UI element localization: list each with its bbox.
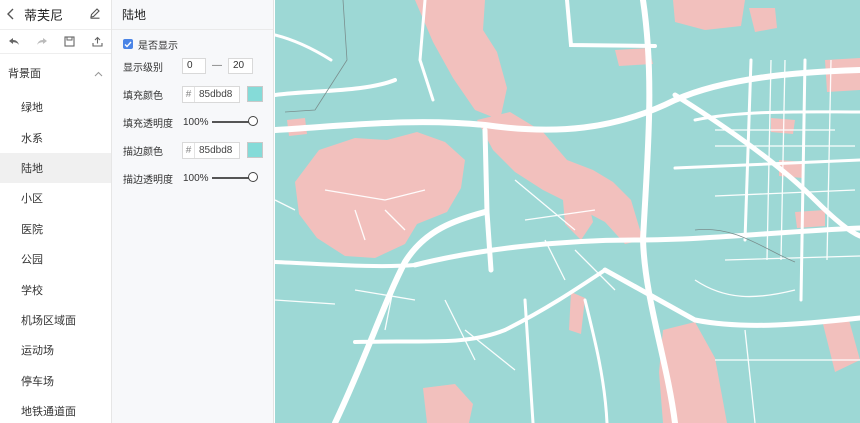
- panel-title: 陆地: [112, 0, 273, 30]
- sidebar-item-parking[interactable]: 停车场: [0, 366, 111, 396]
- hash-prefix: #: [183, 87, 195, 102]
- fill-opacity-label: 填充透明度: [123, 118, 173, 130]
- hash-prefix: #: [183, 143, 195, 158]
- sidebar-item-park[interactable]: 公园: [0, 244, 111, 274]
- visible-label: 是否显示: [138, 40, 178, 52]
- fill-color-swatch[interactable]: [247, 86, 263, 102]
- back-icon[interactable]: [6, 7, 20, 23]
- save-icon[interactable]: [62, 35, 76, 49]
- sidebar-item-metro-area[interactable]: 地铁通道面: [0, 396, 111, 423]
- sidebar-item-water[interactable]: 水系: [0, 122, 111, 152]
- layer-group-background[interactable]: 背景面: [0, 54, 111, 92]
- style-name: 蒂芙尼: [24, 8, 64, 23]
- fill-opacity-handle[interactable]: [248, 116, 258, 126]
- sidebar-item-sports-field[interactable]: 运动场: [0, 335, 111, 365]
- redo-icon[interactable]: [35, 35, 49, 49]
- level-max-input[interactable]: 20: [228, 58, 253, 74]
- sidebar-item-airport[interactable]: 机场区域面: [0, 305, 111, 335]
- level-separator: —: [212, 60, 222, 71]
- sidebar-toolbar: [0, 30, 111, 54]
- sidebar-item-school[interactable]: 学校: [0, 274, 111, 304]
- stroke-color-swatch[interactable]: [247, 142, 263, 158]
- stroke-opacity-slider[interactable]: [212, 177, 252, 179]
- level-label: 显示级别: [123, 62, 163, 74]
- stroke-color-value: 85dbd8: [199, 145, 233, 156]
- edit-icon[interactable]: [89, 7, 105, 22]
- area-polygon: [795, 210, 825, 228]
- fill-opacity-value: 100%: [183, 117, 209, 128]
- property-panel: 陆地 是否显示 显示级别 0 — 20 填充颜色 # 85dbd8 填充透明度 …: [112, 0, 274, 423]
- style-sidebar: 蒂芙尼 背景面 绿地 水系 陆地 小区 医院 公园 学校 机场区域面 运动场 停…: [0, 0, 112, 423]
- check-icon[interactable]: [123, 39, 133, 49]
- visible-toggle[interactable]: 是否显示: [123, 35, 178, 53]
- undo-icon[interactable]: [7, 35, 21, 49]
- chevron-up-icon: [94, 66, 103, 80]
- map-canvas[interactable]: [275, 0, 860, 423]
- fill-color-label: 填充颜色: [123, 90, 163, 102]
- sidebar-header: 蒂芙尼: [0, 0, 111, 30]
- sidebar-item-greenland[interactable]: 绿地: [0, 92, 111, 122]
- stroke-color-label: 描边颜色: [123, 146, 163, 158]
- fill-color-value: 85dbd8: [199, 89, 233, 100]
- fill-color-input[interactable]: # 85dbd8: [182, 86, 240, 103]
- level-min-input[interactable]: 0: [182, 58, 206, 74]
- stroke-opacity-label: 描边透明度: [123, 174, 173, 186]
- stroke-opacity-handle[interactable]: [248, 172, 258, 182]
- fill-opacity-slider[interactable]: [212, 121, 252, 123]
- stroke-opacity-value: 100%: [183, 173, 209, 184]
- layer-group-label: 背景面: [8, 68, 41, 80]
- sidebar-item-land[interactable]: 陆地: [0, 152, 111, 184]
- map-preview[interactable]: [275, 0, 860, 423]
- stroke-color-input[interactable]: # 85dbd8: [182, 142, 240, 159]
- export-icon[interactable]: [90, 35, 104, 49]
- sidebar-item-residential[interactable]: 小区: [0, 183, 111, 213]
- sidebar-item-hospital[interactable]: 医院: [0, 214, 111, 244]
